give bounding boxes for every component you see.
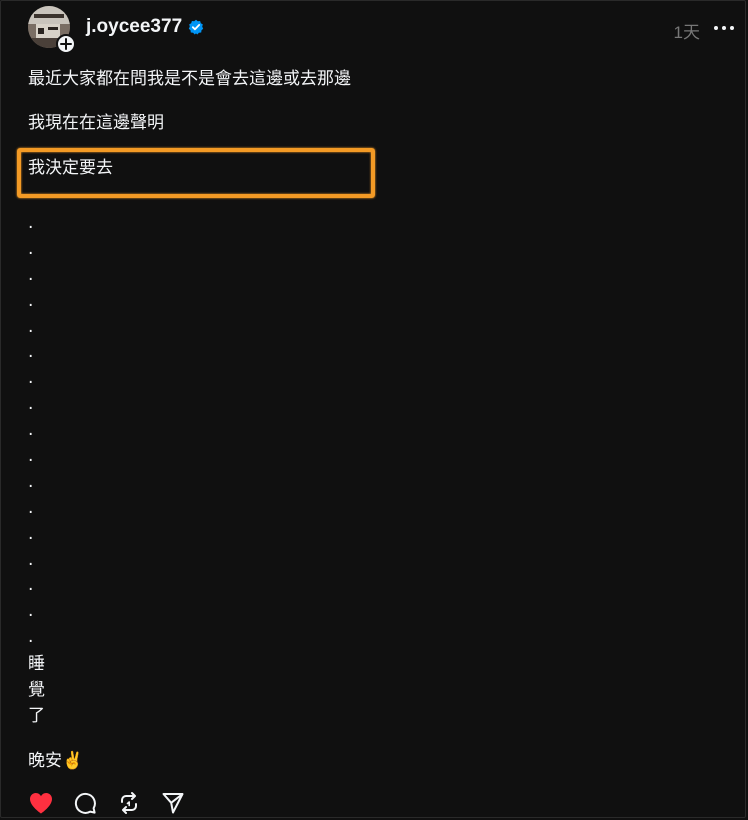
dot-line: . — [28, 601, 34, 622]
verified-badge-icon — [188, 19, 204, 35]
post-text-line-3: 我決定要去 — [28, 158, 113, 178]
more-dot — [730, 26, 734, 30]
comment-icon — [74, 792, 96, 814]
post-text-vertical-2: 覺 — [28, 680, 45, 700]
dot-line: . — [28, 368, 34, 389]
dot-line: . — [28, 420, 34, 441]
repost-icon — [121, 792, 137, 814]
dot-line: . — [28, 264, 34, 285]
send-icon — [162, 793, 184, 814]
dot-line: . — [28, 497, 34, 518]
dot-line: . — [28, 471, 34, 492]
action-bar — [28, 790, 204, 816]
dot-line: . — [28, 316, 34, 337]
comment-button[interactable] — [72, 790, 98, 816]
post-text-closing: 晚安✌️ — [28, 751, 84, 771]
dot-line: . — [28, 238, 34, 259]
more-dot — [722, 26, 726, 30]
dot-line: . — [28, 446, 34, 467]
post-timestamp[interactable]: 1天 — [674, 18, 700, 43]
follow-button[interactable] — [56, 34, 76, 54]
dot-column: . . . . . . . . . . . . . . . . . — [28, 212, 48, 652]
more-options-button[interactable] — [714, 20, 734, 36]
like-button[interactable] — [28, 790, 54, 816]
dot-line: . — [28, 549, 34, 570]
dot-line: . — [28, 394, 34, 415]
dot-line: . — [28, 290, 34, 311]
post-text-vertical-1: 睡 — [28, 654, 45, 674]
dot-line: . — [28, 627, 34, 648]
avatar-wrapper[interactable] — [28, 6, 76, 54]
repost-button[interactable] — [116, 790, 142, 816]
plus-icon — [60, 38, 72, 50]
share-button[interactable] — [160, 790, 186, 816]
dot-line: . — [28, 342, 34, 363]
more-horizontal-icon — [714, 26, 718, 30]
post-text-vertical-3: 了 — [28, 706, 45, 726]
post-text-line-2: 我現在在這邊聲明 — [28, 113, 164, 133]
username-link[interactable]: j.oycee377 — [86, 15, 182, 39]
dot-line: . — [28, 213, 34, 233]
username-row: j.oycee377 — [86, 15, 204, 39]
post-text-line-1: 最近大家都在問我是不是會去這邊或去那邊 — [28, 69, 351, 89]
heart-icon — [30, 793, 52, 814]
dot-line: . — [28, 575, 34, 596]
dot-line: . — [28, 523, 34, 544]
